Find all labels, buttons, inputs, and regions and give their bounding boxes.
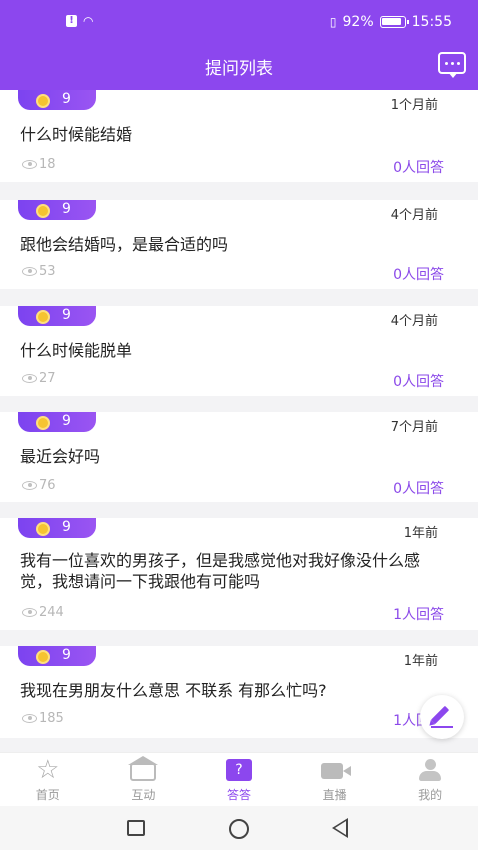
tab-live[interactable]: 直播 (287, 753, 383, 806)
notification-icon: ! (66, 15, 77, 27)
coin-icon (36, 522, 50, 536)
question-time: 4个月前 (390, 314, 438, 329)
eye-icon (22, 374, 37, 383)
home-icon[interactable] (229, 819, 249, 839)
question-text[interactable]: 什么时候能脱单 (20, 340, 450, 361)
coin-badge: 9 (18, 90, 96, 110)
coin-icon (36, 416, 50, 430)
question-time: 4个月前 (390, 208, 438, 223)
battery-icon (379, 16, 409, 28)
coin-icon (36, 204, 50, 218)
eye-icon (22, 160, 37, 169)
eye-icon (22, 714, 37, 723)
coin-badge: 9 (18, 306, 96, 326)
battery-percent: 92% (342, 14, 374, 30)
question-card[interactable]: 9 7个月前 最近会好吗 76 0人回答 (0, 412, 478, 502)
question-card[interactable]: 9 1年前 我现在男朋友什么意思 不联系 有那么忙吗? 185 1人回答 (0, 646, 478, 738)
answer-count[interactable]: 0人回答 (393, 264, 444, 284)
vibrate-icon: ▯ (329, 15, 337, 29)
question-time: 1年前 (403, 526, 438, 541)
star-icon: ☆ (36, 755, 60, 785)
clock: 15:55 (411, 14, 452, 30)
tab-interact[interactable]: 互动 (96, 753, 192, 806)
pencil-icon (430, 705, 450, 725)
question-time: 7个月前 (390, 420, 438, 435)
question-text[interactable]: 我有一位喜欢的男孩子，但是我感觉他对我好像没什么感觉，我想请问一下我跟他有可能吗 (20, 550, 450, 592)
view-count: 244 (22, 605, 64, 620)
answer-count[interactable]: 0人回答 (393, 157, 444, 177)
answer-count[interactable]: 0人回答 (393, 371, 444, 391)
question-card[interactable]: 9 1年前 我有一位喜欢的男孩子，但是我感觉他对我好像没什么感觉，我想请问一下我… (0, 518, 478, 630)
ask-question-button[interactable] (420, 695, 464, 739)
question-time: 1年前 (403, 654, 438, 669)
tab-answers[interactable]: ? 答答 (191, 753, 287, 806)
coin-icon (36, 650, 50, 664)
system-navigation-bar (0, 806, 478, 850)
status-bar: ! ◠ ▯ 92% 15:55 (0, 0, 478, 44)
question-text[interactable]: 最近会好吗 (20, 446, 450, 467)
coin-icon (36, 310, 50, 324)
question-text[interactable]: 我现在男朋友什么意思 不联系 有那么忙吗? (20, 680, 450, 701)
question-card[interactable]: 9 4个月前 什么时候能脱单 27 0人回答 (0, 306, 478, 396)
wifi-icon: ◠ (83, 14, 94, 28)
eye-icon (22, 481, 37, 490)
tab-home[interactable]: ☆ 首页 (0, 753, 96, 806)
answer-count[interactable]: 0人回答 (393, 478, 444, 498)
question-time: 1个月前 (390, 98, 438, 113)
question-box-icon: ? (225, 759, 252, 781)
answer-count[interactable]: 1人回答 (393, 604, 444, 624)
eye-icon (22, 608, 37, 617)
question-text[interactable]: 什么时候能结婚 (20, 124, 450, 145)
recent-apps-icon[interactable] (127, 820, 145, 836)
house-heart-icon (128, 756, 159, 781)
question-card[interactable]: 9 1个月前 什么时候能结婚 18 0人回答 (0, 90, 478, 182)
back-icon[interactable] (332, 818, 348, 838)
view-count: 76 (22, 478, 56, 493)
user-icon (419, 759, 442, 781)
app-header: ! ◠ ▯ 92% 15:55 提问列表 (0, 0, 478, 90)
coin-badge: 9 (18, 646, 96, 666)
video-camera-icon (320, 763, 351, 779)
view-count: 53 (22, 264, 56, 279)
coin-icon (36, 94, 50, 108)
coin-badge: 9 (18, 200, 96, 220)
eye-icon (22, 267, 37, 276)
question-text[interactable]: 跟他会结婚吗，是最合适的吗 (20, 234, 450, 255)
page-title: 提问列表 (205, 59, 273, 79)
coin-badge: 9 (18, 412, 96, 432)
view-count: 185 (22, 711, 64, 726)
view-count: 18 (22, 157, 56, 172)
question-card[interactable]: 9 4个月前 跟他会结婚吗，是最合适的吗 53 0人回答 (0, 200, 478, 289)
chat-bubble-icon[interactable] (438, 52, 466, 78)
view-count: 27 (22, 371, 56, 386)
question-list: 9 1个月前 什么时候能结婚 18 0人回答 9 4个月前 跟他会结婚吗，是最合… (0, 90, 478, 752)
bottom-tab-bar: ☆ 首页 互动 ? 答答 直播 我的 (0, 752, 478, 806)
coin-badge: 9 (18, 518, 96, 538)
tab-me[interactable]: 我的 (382, 753, 478, 806)
